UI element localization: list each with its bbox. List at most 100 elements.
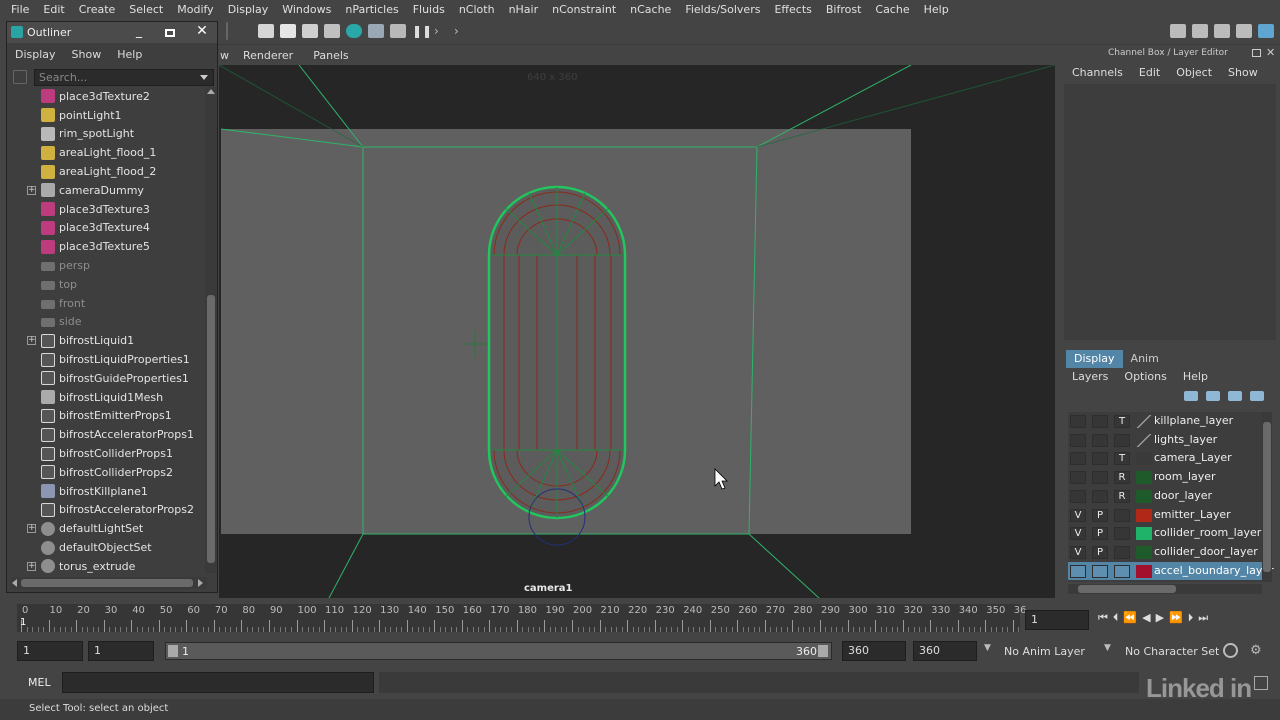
hypershade-icon[interactable] <box>346 24 362 38</box>
maximize-icon[interactable] <box>165 29 175 37</box>
current-time-marker[interactable]: 1 <box>20 617 26 628</box>
layer-color-swatch[interactable] <box>1136 564 1152 578</box>
playback-toggle[interactable] <box>1092 471 1108 485</box>
layer-color-swatch[interactable] <box>1136 415 1152 428</box>
attribute-editor-icon[interactable] <box>1192 24 1208 38</box>
outliner-search-input[interactable]: Search... <box>34 69 214 86</box>
step-forward-key-icon[interactable]: ⏵ <box>1188 611 1194 625</box>
menu-ncloth[interactable]: nCloth <box>452 3 502 16</box>
layer-row[interactable]: V Pcollider_door_layer <box>1068 543 1262 562</box>
auto-key-icon[interactable] <box>1223 643 1238 658</box>
menu-cache[interactable]: Cache <box>868 3 916 16</box>
playback-toggle[interactable]: P <box>1092 545 1108 559</box>
playback-toggle[interactable] <box>1092 433 1108 447</box>
visibility-toggle[interactable]: V <box>1070 508 1086 522</box>
channel-box-menu-object[interactable]: Object <box>1168 66 1220 82</box>
menu-edit[interactable]: Edit <box>36 3 71 16</box>
layer-color-swatch[interactable] <box>1136 545 1152 559</box>
outliner-horizontal-scrollbar[interactable] <box>11 577 207 589</box>
playback-toggle[interactable] <box>1092 489 1108 503</box>
scroll-up-icon[interactable] <box>207 89 215 94</box>
time-ruler[interactable]: 0 10 20 30 40 50 60 70 80 90 100 110 120 130 140 150 160… <box>17 604 1027 632</box>
visibility-toggle[interactable]: V <box>1070 545 1086 559</box>
step-back-key-icon[interactable]: ⏴ <box>1113 611 1119 625</box>
display-type-toggle[interactable] <box>1114 508 1130 522</box>
modeling-toolkit-icon[interactable] <box>1170 24 1186 38</box>
menu-windows[interactable]: Windows <box>275 3 338 16</box>
outliner-item[interactable]: defaultObjectSet <box>7 538 205 557</box>
menu-bifrost[interactable]: Bifrost <box>819 3 869 16</box>
filter-icon[interactable] <box>13 70 27 84</box>
menu-display[interactable]: Display <box>221 3 276 16</box>
tab-display[interactable]: Display <box>1066 350 1123 368</box>
outliner-item[interactable]: side <box>7 313 205 332</box>
menu-fields-solvers[interactable]: Fields/Solvers <box>678 3 767 16</box>
display-type-toggle[interactable] <box>1114 433 1130 447</box>
display-type-toggle[interactable]: R <box>1114 489 1130 503</box>
layer-color-swatch[interactable] <box>1136 433 1152 447</box>
expand-icon[interactable]: + <box>27 336 36 346</box>
render-settings-icon[interactable] <box>324 24 340 38</box>
render-frame-icon[interactable] <box>280 24 296 38</box>
scrollbar-thumb[interactable] <box>1263 422 1271 572</box>
playback-start-field[interactable]: 1 <box>88 641 154 661</box>
search-dropdown-icon[interactable] <box>200 75 208 80</box>
display-type-toggle[interactable]: R <box>1114 471 1130 485</box>
outliner-item[interactable]: areaLight_flood_2 <box>7 162 205 181</box>
outliner-item[interactable]: bifrostAcceleratorProps2 <box>7 501 205 520</box>
outliner-item[interactable]: areaLight_flood_1 <box>7 143 205 162</box>
visibility-toggle[interactable] <box>1070 415 1086 428</box>
visibility-toggle[interactable]: V <box>1070 527 1086 541</box>
scrollbar-thumb[interactable] <box>1078 585 1176 593</box>
arrow-right-icon[interactable]: › <box>434 24 450 38</box>
expand-icon[interactable]: + <box>27 185 36 195</box>
menu-create[interactable]: Create <box>72 3 123 16</box>
layer-row[interactable]: Tkillplane_layer <box>1068 412 1262 431</box>
menu-ncache[interactable]: nCache <box>623 3 678 16</box>
display-type-toggle[interactable]: T <box>1114 415 1130 428</box>
close-icon[interactable]: ✕ <box>1266 46 1275 59</box>
outliner-item[interactable]: place3dTexture2 <box>7 87 205 106</box>
menu-fluids[interactable]: Fluids <box>406 3 452 16</box>
outliner-titlebar[interactable]: Outliner _ ✕ <box>7 22 217 43</box>
step-back-frame-icon[interactable]: ⏪ <box>1123 611 1137 625</box>
range-bar[interactable]: 1 360 <box>165 642 832 660</box>
animation-start-field[interactable]: 1 <box>17 641 83 661</box>
move-layer-down-icon[interactable] <box>1206 391 1220 401</box>
outliner-item[interactable]: bifrostAcceleratorProps1 <box>7 425 205 444</box>
outliner-item[interactable]: bifrostGuideProperties1 <box>7 369 205 388</box>
tool-settings-icon[interactable] <box>1214 24 1230 38</box>
new-layer-selected-icon[interactable] <box>1250 391 1264 401</box>
outliner-menu-show[interactable]: Show <box>64 48 110 61</box>
layers-horizontal-scrollbar[interactable] <box>1068 584 1262 594</box>
range-handle-start[interactable] <box>168 645 178 657</box>
animation-preferences-icon[interactable]: ⚙ <box>1250 643 1265 658</box>
channel-box-menu-channels[interactable]: Channels <box>1064 66 1131 82</box>
outliner-item[interactable]: bifrostColliderProps1 <box>7 444 205 463</box>
pause-icon[interactable]: ❚❚ <box>412 24 432 38</box>
outliner-item[interactable]: bifrostEmitterProps1 <box>7 407 205 426</box>
play-backward-icon[interactable]: ◀ <box>1142 611 1150 625</box>
visibility-toggle[interactable] <box>1070 471 1086 485</box>
mel-input[interactable] <box>62 672 374 693</box>
layer-row[interactable]: V Pcollider_room_layer <box>1068 524 1262 543</box>
outliner-item[interactable]: place3dTexture3 <box>7 200 205 219</box>
ipr-render-icon[interactable] <box>302 24 318 38</box>
outliner-item[interactable]: + cameraDummy <box>7 181 205 200</box>
tab-anim[interactable]: Anim <box>1123 350 1167 368</box>
layer-row[interactable]: accel_boundary_layer <box>1068 561 1274 581</box>
menu-file[interactable]: File <box>0 3 36 16</box>
channel-box-menu-edit[interactable]: Edit <box>1131 66 1168 82</box>
channel-box-toggle-icon[interactable] <box>1236 24 1252 38</box>
outliner-item[interactable]: bifrostKillplane1 <box>7 482 205 501</box>
minimize-icon[interactable]: _ <box>133 25 145 39</box>
display-type-toggle[interactable] <box>1114 545 1130 559</box>
playback-toggle[interactable]: P <box>1092 527 1108 541</box>
range-handle-end[interactable] <box>818 645 828 657</box>
character-set-dropdown[interactable]: ▼ No Character Set <box>1102 641 1220 661</box>
visibility-toggle[interactable] <box>1070 564 1086 578</box>
menu-nhair[interactable]: nHair <box>502 3 546 16</box>
anim-layer-dropdown[interactable]: ▼ No Anim Layer <box>982 641 1114 661</box>
layer-row[interactable]: Rdoor_layer <box>1068 487 1262 506</box>
layer-color-swatch[interactable] <box>1136 489 1152 503</box>
